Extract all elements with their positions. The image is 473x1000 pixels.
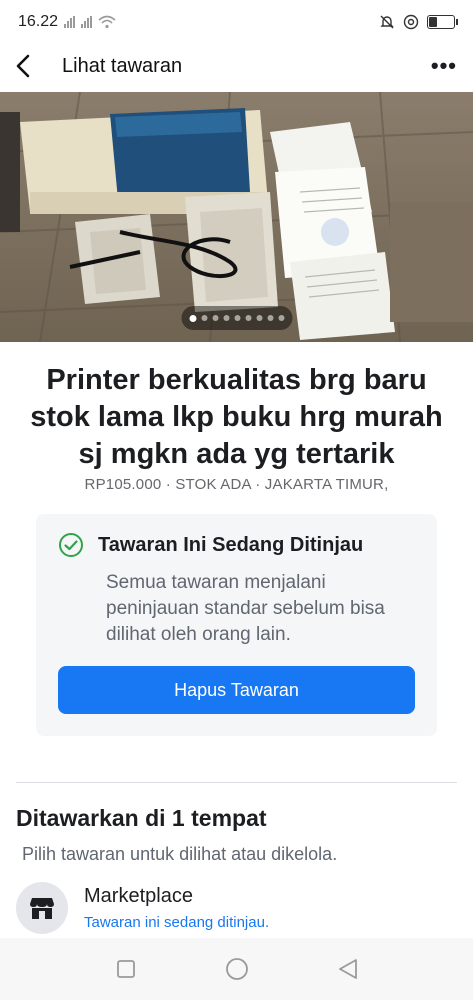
back-nav-button[interactable] [334, 955, 362, 983]
offered-heading: Ditawarkan di 1 tempat [16, 805, 267, 831]
page-title: Lihat tawaran [62, 54, 183, 77]
review-status-card: Tawaran Ini Sedang Ditinjau Semua tawara… [36, 514, 437, 736]
marketplace-row[interactable]: Marketplace Tawaran ini sedang ditinjau. [16, 878, 457, 938]
status-bar: 16.22 [0, 0, 473, 44]
listing-photo[interactable] [0, 92, 473, 342]
photo-pager [181, 306, 292, 330]
signal-icon [81, 16, 93, 28]
square-icon [116, 960, 135, 978]
pager-dot [223, 315, 229, 321]
more-options-button[interactable]: ••• [431, 53, 457, 79]
review-title: Tawaran Ini Sedang Ditinjau [98, 533, 364, 556]
pager-dot [245, 315, 251, 321]
pager-dot [234, 315, 240, 321]
storefront-icon [30, 898, 54, 919]
wifi-icon [98, 15, 116, 29]
pager-dot [278, 315, 284, 321]
signal-icon [64, 16, 76, 28]
circle-icon [225, 958, 248, 980]
pager-dot [267, 315, 273, 321]
review-description: Semua tawaran menjalani peninjauan stand… [106, 572, 385, 645]
mute-icon [380, 15, 394, 29]
printer-photo-image [0, 92, 473, 342]
system-nav-bar [0, 938, 473, 1000]
pager-dot [189, 314, 196, 322]
pager-dot [256, 315, 262, 321]
delete-offer-button[interactable]: Hapus Tawaran [58, 666, 415, 714]
listing-title: Printer berkualitas brg baru stok lama l… [30, 364, 443, 470]
divider [16, 782, 457, 783]
place-status: Tawaran ini sedang ditinjau. [84, 914, 270, 931]
triangle-back-icon [338, 959, 357, 979]
at-icon [403, 14, 419, 30]
status-time: 16.22 [18, 13, 59, 30]
home-button[interactable] [223, 955, 251, 983]
back-button[interactable] [16, 50, 48, 82]
pager-dot [212, 315, 218, 321]
place-name: Marketplace [84, 885, 193, 907]
offered-subheading: Pilih tawaran untuk dilihat atau dikelol… [22, 844, 338, 864]
back-arrow-icon [16, 54, 30, 78]
listing-meta: RP105.000 · STOK ADA · JAKARTA TIMUR, [84, 476, 389, 493]
recents-button[interactable] [112, 955, 140, 983]
marketplace-avatar [16, 882, 68, 934]
battery-icon [427, 15, 458, 29]
pager-dot [201, 315, 207, 321]
check-circle-icon [59, 533, 83, 557]
app-header: Lihat tawaran ••• [0, 44, 473, 88]
